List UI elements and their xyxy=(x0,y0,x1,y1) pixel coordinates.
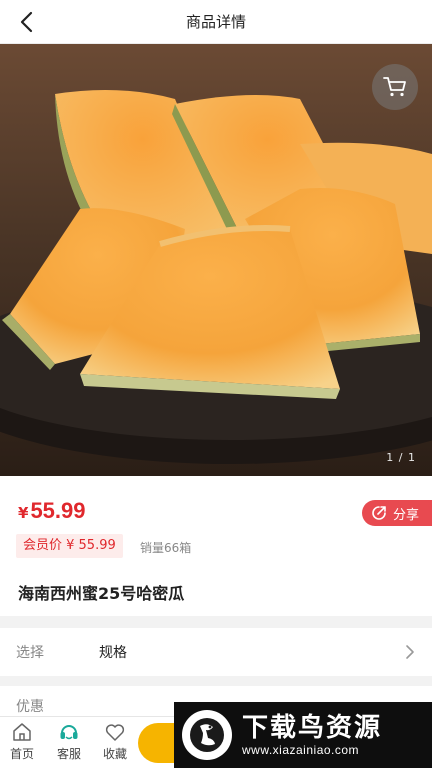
spec-value: 规格 xyxy=(99,645,127,661)
back-arrow-icon xyxy=(20,11,33,33)
price: ¥55.99 xyxy=(18,498,86,524)
tab-customer-service[interactable]: 客服 xyxy=(49,721,89,765)
spec-label: 选择 xyxy=(16,645,44,661)
share-button[interactable]: 分享 xyxy=(362,500,432,526)
tab-customer-service-label: 客服 xyxy=(56,747,81,761)
watermark-url: www.xiazainiao.com xyxy=(242,743,360,757)
image-counter: 1 / 1 xyxy=(386,451,416,464)
headset-icon xyxy=(60,725,78,740)
bird-logo-icon xyxy=(182,710,232,760)
tab-favorite[interactable]: 收藏 xyxy=(95,721,135,765)
watermark-title: 下载鸟资源 xyxy=(242,713,383,743)
spec-selector-row[interactable]: 选择 规格 xyxy=(0,628,432,676)
tab-home[interactable]: 首页 xyxy=(2,721,42,765)
cart-icon xyxy=(383,77,406,97)
home-icon xyxy=(13,723,31,741)
tab-home-label: 首页 xyxy=(9,747,34,761)
share-label: 分享 xyxy=(393,507,420,523)
currency-symbol: ¥ xyxy=(18,504,29,522)
product-name: 海南西州蜜25号哈密瓜 xyxy=(18,584,185,603)
back-button[interactable] xyxy=(14,10,38,34)
sales-count: 销量66箱 xyxy=(140,541,192,555)
member-price-badge: 会员价 ¥ 55.99 xyxy=(16,534,123,558)
heart-icon xyxy=(105,724,125,741)
price-value: 55.99 xyxy=(30,498,86,523)
product-photo xyxy=(0,44,432,476)
product-detail-page: 商品详情 1 / 1 ¥55.99 分享 会员价 ¥ 55.99 销量66箱 海… xyxy=(0,0,432,768)
tab-favorite-label: 收藏 xyxy=(102,747,127,761)
page-title: 商品详情 xyxy=(185,13,246,31)
share-icon xyxy=(372,506,386,520)
promo-label: 优惠 xyxy=(16,699,44,715)
product-image-gallery[interactable]: 1 / 1 xyxy=(0,44,432,476)
chevron-right-icon xyxy=(406,645,414,659)
watermark-banner: 下载鸟资源 www.xiazainiao.com xyxy=(174,702,432,768)
cart-button[interactable] xyxy=(372,64,418,110)
price-section: ¥55.99 分享 会员价 ¥ 55.99 销量66箱 海南西州蜜25号哈密瓜 xyxy=(0,476,432,616)
top-nav-bar: 商品详情 xyxy=(0,0,432,44)
